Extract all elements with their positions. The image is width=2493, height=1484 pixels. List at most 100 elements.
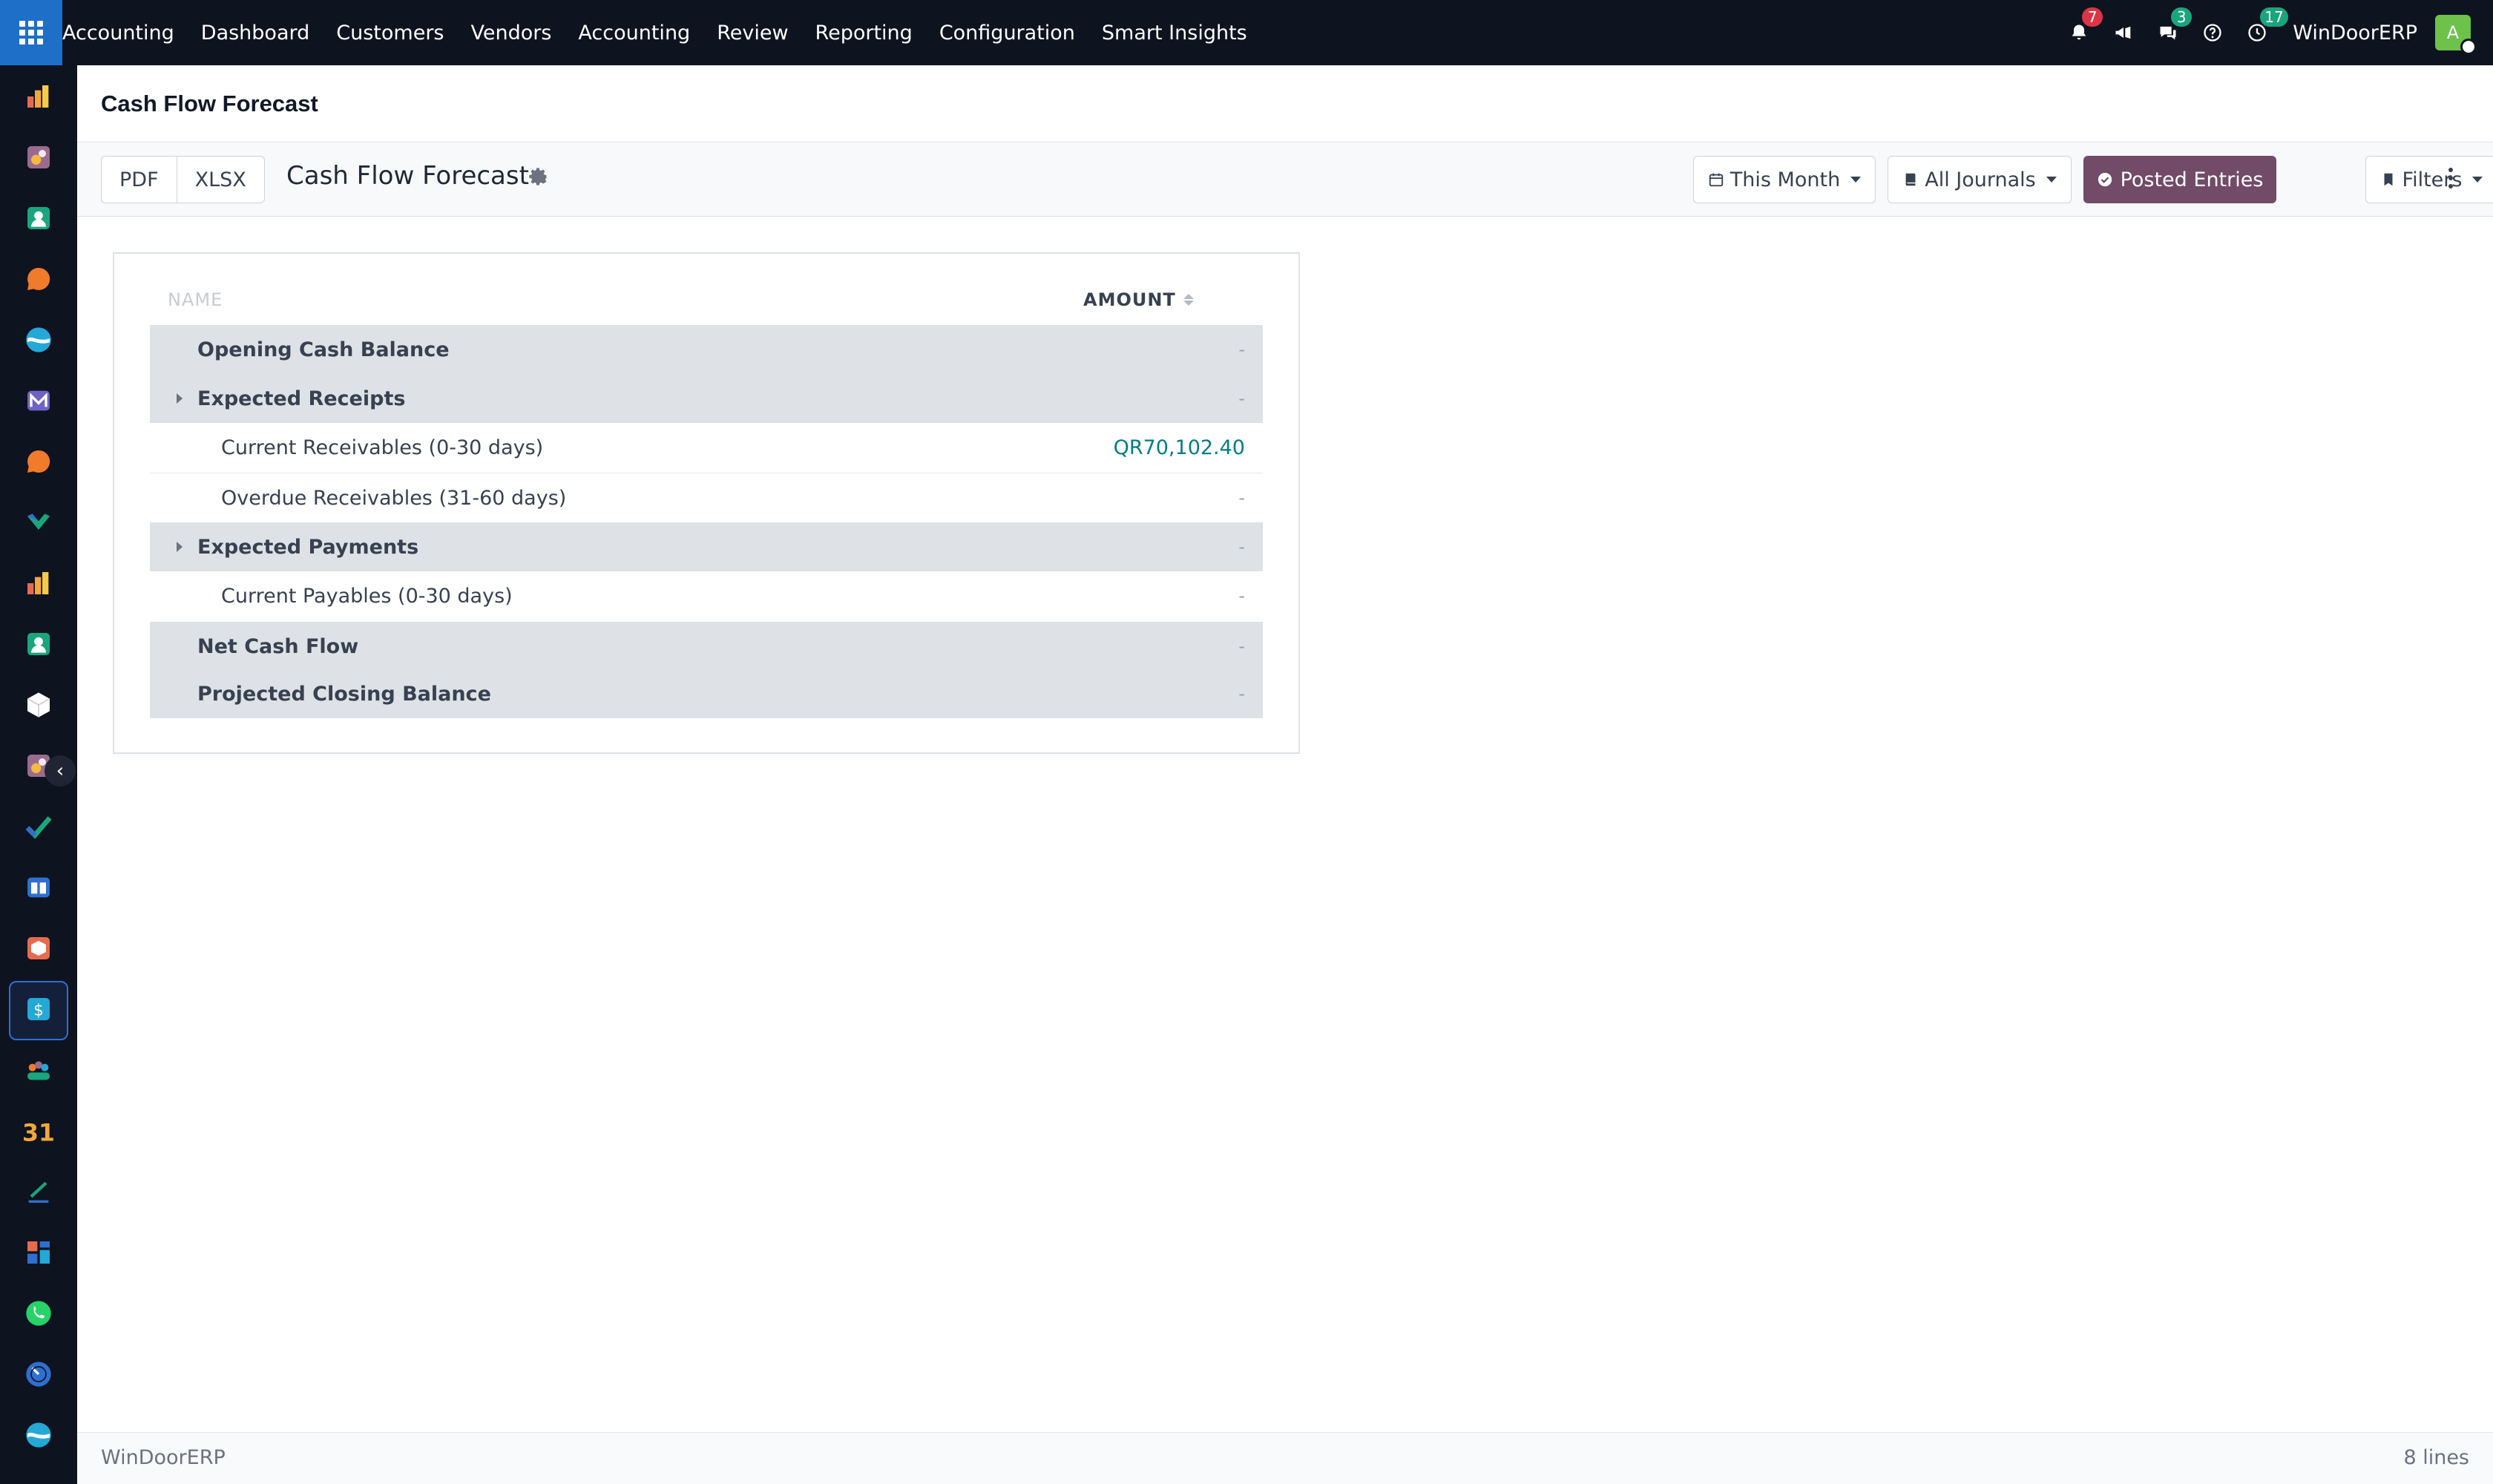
table-row[interactable]: Overdue Receivables (31-60 days) -: [150, 473, 1263, 522]
menu-review[interactable]: Review: [717, 22, 788, 45]
inventory-icon[interactable]: [22, 689, 55, 721]
accounting-icon[interactable]: $: [22, 993, 55, 1025]
calendar-small-icon: [1709, 173, 1723, 187]
report-card: NAME AMOUNT Opening Cash Balance - Expec…: [113, 252, 1300, 754]
company-switcher[interactable]: WinDoorERP: [2293, 22, 2417, 45]
footer-company: WinDoorERP: [101, 1446, 226, 1469]
app-name[interactable]: Accounting: [62, 22, 174, 45]
row-amount: -: [1238, 636, 1245, 657]
table-row[interactable]: Current Receivables (0-30 days) QR70,102…: [150, 423, 1263, 473]
website-builder-icon[interactable]: [22, 1419, 55, 1451]
calendar-icon[interactable]: 31: [22, 1114, 55, 1147]
posted-entries-label: Posted Entries: [2120, 168, 2264, 191]
row-amount: -: [1238, 683, 1245, 704]
discuss-icon[interactable]: [22, 263, 55, 295]
megaphone-icon: [2115, 26, 2131, 39]
table-row[interactable]: Projected Closing Balance -: [150, 669, 1263, 718]
time-off-icon[interactable]: [22, 1358, 55, 1391]
notifications-badge: 7: [2082, 7, 2103, 27]
invoicing-icon[interactable]: [22, 80, 55, 113]
row-label: Current Receivables (0-30 days): [221, 436, 544, 459]
team-icon[interactable]: [22, 1054, 55, 1086]
period-filter-button[interactable]: This Month: [1693, 156, 1876, 203]
table-row[interactable]: Expected Receipts -: [150, 374, 1263, 423]
xlsx-button[interactable]: XLSX: [176, 157, 264, 203]
menu-smart-insights[interactable]: Smart Insights: [1102, 22, 1247, 45]
filters-button[interactable]: Filters: [2365, 156, 2493, 203]
row-label: Expected Payments: [197, 535, 419, 559]
table-row[interactable]: Expected Payments -: [150, 522, 1263, 571]
export-buttons: PDF XLSX: [101, 156, 265, 203]
question-circle-icon: [2204, 24, 2221, 42]
menu-dashboard[interactable]: Dashboard: [201, 22, 309, 45]
posted-entries-button[interactable]: Posted Entries: [2083, 156, 2276, 203]
more-options-icon[interactable]: [2448, 168, 2453, 188]
breadcrumb: Cash Flow Forecast: [77, 65, 2493, 142]
bookmark-icon: [2384, 173, 2393, 186]
live-chat-icon[interactable]: [22, 445, 55, 478]
sign-icon[interactable]: [22, 1175, 55, 1208]
todo-icon[interactable]: [22, 810, 55, 843]
activities-badge: 17: [2260, 7, 2288, 27]
table-row[interactable]: Opening Cash Balance -: [150, 325, 1263, 374]
caret-down-icon: [2046, 177, 2057, 183]
row-amount: -: [1238, 339, 1245, 360]
caret-right-icon[interactable]: [177, 542, 183, 552]
menu-accounting[interactable]: Accounting: [578, 22, 690, 45]
row-amount[interactable]: QR70,102.40: [1114, 436, 1245, 459]
announcements-button[interactable]: [2101, 0, 2146, 65]
sort-icon: [1183, 294, 1194, 306]
menu-reporting[interactable]: Reporting: [815, 22, 913, 45]
sidebar-collapse-button[interactable]: ‹: [45, 755, 76, 787]
column-amount-header[interactable]: AMOUNT: [1083, 289, 1194, 310]
row-label: Overdue Receivables (31-60 days): [221, 486, 567, 510]
row-label: Net Cash Flow: [197, 634, 359, 658]
gear-icon[interactable]: [528, 166, 549, 187]
website-icon[interactable]: [22, 324, 55, 356]
employees-icon[interactable]: [22, 628, 55, 660]
row-amount: -: [1238, 585, 1245, 606]
row-label: Expected Receipts: [197, 387, 406, 410]
app-sidebar: $ 31 ‹: [0, 65, 77, 1484]
main-menu: Accounting Dashboard Customers Vendors A…: [62, 0, 1274, 65]
report-title: Cash Flow Forecast: [286, 161, 529, 191]
svg-text:31: 31: [24, 1120, 53, 1146]
messages-badge: 3: [2171, 7, 2193, 27]
row-amount: -: [1238, 536, 1245, 557]
menu-customers[interactable]: Customers: [336, 22, 444, 45]
row-label: Current Payables (0-30 days): [221, 584, 513, 608]
sales-icon[interactable]: [22, 141, 55, 174]
apps-icon[interactable]: [22, 932, 55, 965]
reporting-icon[interactable]: [22, 567, 55, 600]
row-amount: -: [1238, 487, 1245, 508]
contacts-icon[interactable]: [22, 202, 55, 234]
help-button[interactable]: [2190, 0, 2235, 65]
project-icon[interactable]: [22, 506, 55, 539]
top-navbar: Accounting Dashboard Customers Vendors A…: [0, 0, 2493, 65]
dashboards-icon[interactable]: [22, 1236, 55, 1269]
column-name-header[interactable]: NAME: [168, 289, 223, 310]
chevron-left-icon: ‹: [56, 760, 65, 782]
pdf-button[interactable]: PDF: [102, 157, 177, 203]
menu-vendors[interactable]: Vendors: [470, 22, 551, 45]
whatsapp-icon[interactable]: [22, 1297, 55, 1330]
menu-configuration[interactable]: Configuration: [939, 22, 1075, 45]
journals-filter-button[interactable]: All Journals: [1888, 156, 2072, 203]
table-row[interactable]: Net Cash Flow -: [150, 622, 1263, 671]
caret-down-icon: [2472, 177, 2483, 183]
row-label: Projected Closing Balance: [197, 682, 491, 706]
status-footer: WinDoorERP 8 lines: [77, 1432, 2493, 1484]
user-avatar[interactable]: A: [2435, 15, 2477, 55]
email-marketing-icon[interactable]: [22, 384, 55, 417]
messages-button[interactable]: 3: [2146, 0, 2193, 65]
notifications-button[interactable]: 7: [2057, 0, 2103, 65]
table-row[interactable]: Current Payables (0-30 days) -: [150, 571, 1263, 620]
row-label: Opening Cash Balance: [197, 338, 450, 361]
activities-button[interactable]: 17: [2235, 0, 2288, 65]
app-switcher-button[interactable]: [0, 0, 62, 65]
presence-indicator: [2460, 39, 2477, 55]
knowledge-icon[interactable]: [22, 871, 55, 904]
row-amount: -: [1238, 388, 1245, 409]
check-circle-icon: [2098, 172, 2112, 187]
caret-right-icon[interactable]: [177, 393, 183, 404]
